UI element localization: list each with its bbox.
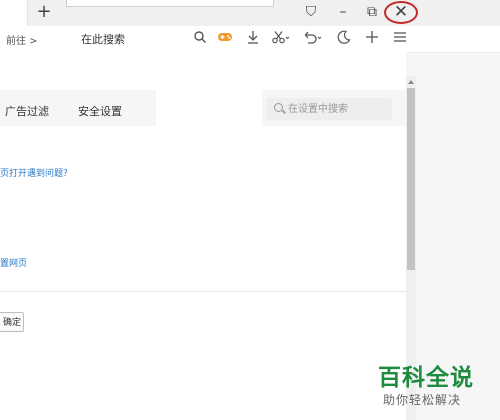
game-icon[interactable] (216, 30, 234, 48)
settings-search-input[interactable] (288, 102, 388, 116)
search-icon (274, 103, 283, 112)
dropdown-box (66, 0, 274, 7)
tab-security-settings[interactable]: 安全设置 (78, 103, 122, 119)
search-icon[interactable] (191, 30, 209, 48)
tshirt-icon[interactable]: ⛉ (300, 2, 322, 22)
scroll-up-arrow[interactable] (408, 80, 414, 84)
watermark-subtitle: 助你轻松解决 (383, 393, 462, 407)
close-highlight-ring (384, 1, 418, 24)
page-problem-link[interactable]: 页打开遇到问题？ (0, 166, 72, 179)
confirm-button[interactable]: 确定 (0, 312, 24, 332)
undo-icon[interactable] (302, 30, 324, 48)
webpage-setting-link[interactable]: 置网页 (0, 256, 27, 269)
cut-icon[interactable] (270, 30, 292, 48)
forward-link[interactable]: 前往 > (6, 32, 38, 47)
add-icon[interactable] (363, 30, 381, 48)
search-box-label[interactable]: 在此搜索 (81, 31, 125, 47)
restore-icon[interactable]: ⧉ (361, 2, 383, 22)
active-tab[interactable] (0, 0, 28, 26)
settings-search-box (266, 98, 392, 120)
section-divider (0, 291, 406, 292)
title-bar: + ⛉ – ⧉ ✕ (0, 0, 500, 26)
minimize-icon[interactable]: – (332, 2, 354, 22)
night-mode-icon[interactable] (335, 30, 353, 48)
toolbar: 前往 > 在此搜索 (0, 26, 500, 53)
watermark-title: 百科全说 (378, 365, 474, 391)
new-tab-button[interactable]: + (34, 1, 54, 23)
scrollbar-thumb[interactable] (407, 88, 415, 270)
tab-ad-filter[interactable]: 广告过滤 (5, 103, 49, 119)
nav-blank-area (156, 90, 262, 126)
download-icon[interactable] (244, 30, 262, 48)
menu-icon[interactable] (391, 30, 409, 48)
